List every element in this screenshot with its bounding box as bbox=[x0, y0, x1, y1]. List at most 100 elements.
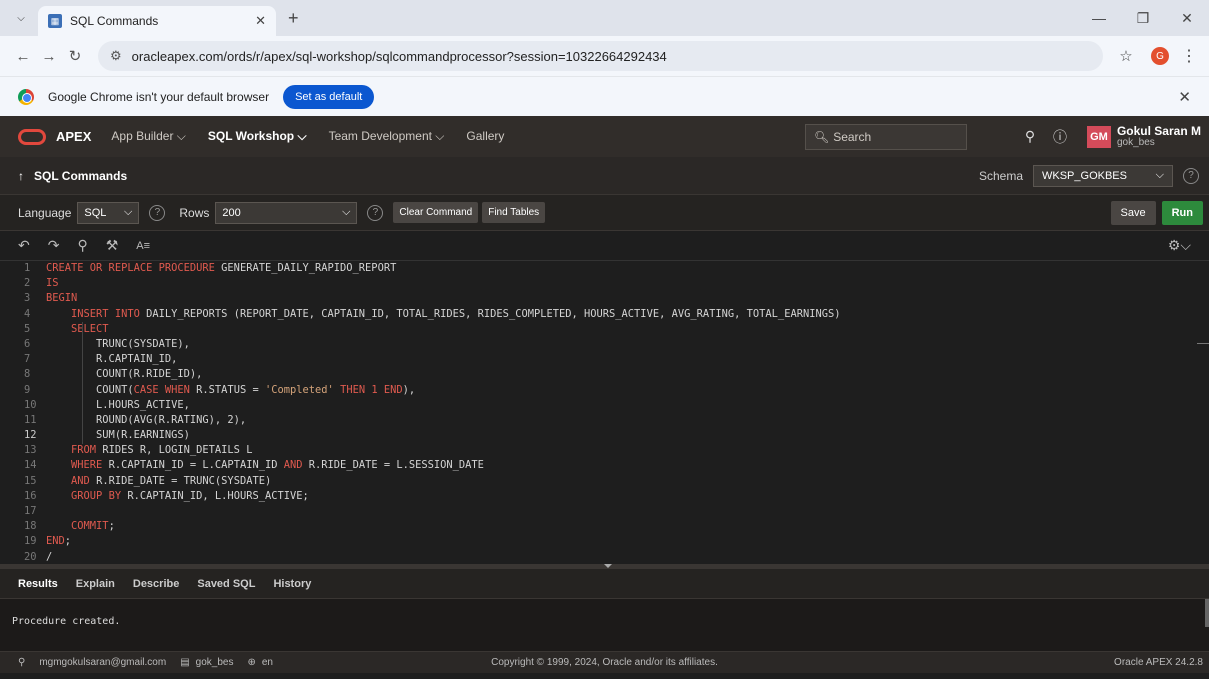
globe-icon: ⊕ bbox=[247, 657, 256, 668]
tab-search-chevron-icon[interactable]: ⌵ bbox=[8, 5, 34, 31]
editor-results-splitter[interactable] bbox=[0, 564, 1209, 569]
code-line[interactable]: 17 bbox=[0, 504, 1209, 519]
user-avatar[interactable]: GM bbox=[1086, 125, 1111, 148]
apex-brand[interactable]: APEX bbox=[56, 129, 91, 144]
code-line[interactable]: 3 BEGIN bbox=[0, 291, 1209, 306]
footer-workspace[interactable]: gok_bes bbox=[196, 657, 234, 668]
save-button[interactable]: Save bbox=[1110, 200, 1156, 225]
profile-avatar[interactable]: G bbox=[1151, 47, 1169, 65]
code-token: R.STATUS = bbox=[196, 383, 265, 396]
code-token: COUNT( bbox=[46, 383, 134, 396]
results-message: Procedure created. bbox=[12, 616, 121, 627]
tab-close-icon[interactable]: ✕ bbox=[255, 13, 266, 29]
chrome-logo-icon bbox=[18, 88, 34, 105]
editor-toolbar: ↶ ↷ ⚲ ⚒ A≡ ⚙⌵ bbox=[0, 231, 1209, 261]
window-close-icon[interactable]: ✕ bbox=[1165, 10, 1209, 27]
code-line[interactable]: 8 COUNT(R.RIDE_ID), bbox=[0, 367, 1209, 382]
chevron-down-icon: ⌵ bbox=[124, 206, 133, 218]
language-value: SQL bbox=[84, 206, 107, 219]
results-tab-0[interactable]: Results bbox=[18, 578, 58, 590]
language-help-icon[interactable]: ? bbox=[149, 204, 166, 221]
user-profile-icon[interactable]: ⚲ bbox=[1015, 128, 1045, 145]
schema-help-icon[interactable]: ? bbox=[1183, 167, 1199, 184]
settings-gear-icon[interactable]: ⚙⌵ bbox=[1168, 237, 1191, 254]
tab-title: SQL Commands bbox=[70, 14, 159, 28]
user-workspace: gok_bes bbox=[1116, 136, 1155, 148]
code-line[interactable]: 9 COUNT(CASE WHEN R.STATUS = 'Completed'… bbox=[0, 383, 1209, 398]
footer-email[interactable]: mgmgokulsaran@gmail.com bbox=[39, 657, 166, 668]
code-line[interactable]: 19 END; bbox=[0, 534, 1209, 549]
site-settings-icon[interactable]: ⚙ bbox=[110, 48, 122, 64]
language-select[interactable]: SQL ⌵ bbox=[77, 201, 140, 224]
schema-select[interactable]: WKSP_GOKBES ⌵ bbox=[1033, 164, 1173, 187]
code-line[interactable]: 14 WHERE R.CAPTAIN_ID = L.CAPTAIN_ID AND… bbox=[0, 458, 1209, 473]
infobar-close-icon[interactable]: ✕ bbox=[1178, 88, 1191, 106]
line-number: 7 bbox=[24, 353, 31, 366]
results-scrollbar[interactable] bbox=[1205, 599, 1209, 627]
line-number: 6 bbox=[24, 337, 31, 350]
code-line[interactable]: 10 L.HOURS_ACTIVE, bbox=[0, 398, 1209, 413]
oracle-logo-icon[interactable] bbox=[18, 128, 46, 145]
code-line[interactable]: 18 COMMIT; bbox=[0, 519, 1209, 534]
nav-item-2[interactable]: Team Development ⌵ bbox=[329, 129, 445, 144]
code-token: SUM(R.EARNINGS) bbox=[46, 429, 190, 442]
page-title[interactable]: SQL Commands bbox=[34, 169, 127, 183]
code-token: ), bbox=[402, 383, 416, 396]
help-icon[interactable]: ⓘ bbox=[1045, 127, 1075, 147]
chevron-down-icon: ⌵ bbox=[1155, 169, 1164, 181]
new-tab-icon[interactable]: + bbox=[288, 8, 299, 29]
autocomplete-icon[interactable]: A≡ bbox=[136, 240, 150, 252]
restore-icon[interactable]: ❐ bbox=[1121, 10, 1165, 27]
nav-item-0[interactable]: App Builder ⌵ bbox=[111, 129, 185, 144]
command-toolbar: Language SQL ⌵ ? Rows 200 ⌵ ? Clear Comm… bbox=[0, 195, 1209, 231]
footer-version: Oracle APEX 24.2.8 bbox=[1114, 657, 1203, 668]
code-line[interactable]: 4 INSERT INTO DAILY_REPORTS (REPORT_DATE… bbox=[0, 307, 1209, 322]
bookmark-star-icon[interactable]: ☆ bbox=[1111, 47, 1141, 65]
rows-select[interactable]: 200 ⌵ bbox=[215, 201, 358, 224]
up-arrow-icon[interactable]: ↑ bbox=[18, 169, 24, 183]
code-line[interactable]: 16 GROUP BY R.CAPTAIN_ID, L.HOURS_ACTIVE… bbox=[0, 489, 1209, 504]
code-line[interactable]: 13 FROM RIDES R, LOGIN_DETAILS L bbox=[0, 443, 1209, 458]
results-tab-4[interactable]: History bbox=[273, 578, 311, 590]
results-tab-3[interactable]: Saved SQL bbox=[197, 578, 255, 590]
clear-command-button[interactable]: Clear Command bbox=[393, 202, 479, 223]
reload-icon[interactable]: ↻ bbox=[62, 47, 88, 65]
code-token: BEGIN bbox=[46, 292, 78, 305]
line-number: 17 bbox=[24, 505, 37, 517]
minimize-icon[interactable]: — bbox=[1077, 10, 1121, 26]
code-line[interactable]: 5 SELECT bbox=[0, 322, 1209, 337]
code-line[interactable]: 12 SUM(R.EARNINGS) bbox=[0, 428, 1209, 443]
nav-item-1[interactable]: SQL Workshop ⌵ bbox=[208, 129, 307, 144]
user-name: Gokul Saran M bbox=[1116, 123, 1201, 138]
set-as-default-button[interactable]: Set as default bbox=[283, 84, 375, 109]
user-menu[interactable]: Gokul Saran M gok_bes bbox=[1117, 125, 1201, 149]
back-icon[interactable]: ← bbox=[10, 48, 36, 65]
code-line[interactable]: 11 ROUND(AVG(R.RATING), 2), bbox=[0, 413, 1209, 428]
find-icon[interactable]: ⚲ bbox=[77, 237, 87, 254]
code-line[interactable]: 6 TRUNC(SYSDATE), bbox=[0, 337, 1209, 352]
sql-code-editor[interactable]: 1 CREATE OR REPLACE PROCEDURE GENERATE_DA… bbox=[0, 261, 1209, 564]
browser-menu-icon[interactable]: ⋮ bbox=[1179, 46, 1199, 66]
redo-icon[interactable]: ↷ bbox=[48, 237, 60, 254]
nav-item-3[interactable]: Gallery bbox=[466, 129, 504, 144]
footer-language[interactable]: en bbox=[262, 657, 273, 668]
forward-icon[interactable]: → bbox=[36, 48, 62, 65]
results-tab-2[interactable]: Describe bbox=[133, 578, 179, 590]
wrench-icon[interactable]: ⚒ bbox=[106, 237, 119, 254]
browser-tab[interactable]: ▦ SQL Commands ✕ bbox=[38, 6, 276, 36]
chevron-down-icon: ⌵ bbox=[342, 206, 351, 218]
code-line[interactable]: 7 R.CAPTAIN_ID, bbox=[0, 352, 1209, 367]
code-line[interactable]: 2 IS bbox=[0, 276, 1209, 291]
database-icon: ▤ bbox=[180, 657, 190, 668]
url-input[interactable]: ⚙ oracleapex.com/ords/r/apex/sql-worksho… bbox=[98, 41, 1103, 71]
code-line[interactable]: 20 / bbox=[0, 550, 1209, 564]
code-line[interactable]: 1 CREATE OR REPLACE PROCEDURE GENERATE_DA… bbox=[0, 261, 1209, 276]
results-tab-1[interactable]: Explain bbox=[76, 578, 115, 590]
apex-search-input[interactable]: 🔍︎ Search bbox=[804, 123, 967, 150]
rows-help-icon[interactable]: ? bbox=[367, 204, 384, 221]
undo-icon[interactable]: ↶ bbox=[18, 237, 30, 254]
code-line[interactable]: 15 AND R.RIDE_DATE = TRUNC(SYSDATE) bbox=[0, 474, 1209, 489]
find-tables-button[interactable]: Find Tables bbox=[482, 202, 546, 223]
run-button[interactable]: Run bbox=[1161, 200, 1203, 225]
